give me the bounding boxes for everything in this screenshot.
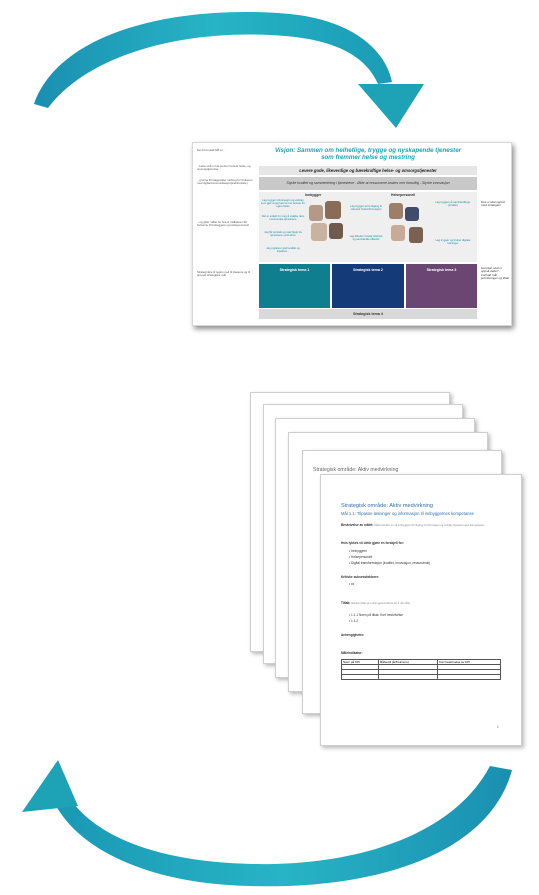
slide-bubble-r1: Lag trygger at ha tilgang til relevant h… [350,205,382,212]
doc-section-5-label: Avhengigheter: [341,633,365,637]
doc-bullet-1-text: Innbyggere [351,549,367,553]
doc-section-4-label: Tiltak: [341,601,351,605]
slide-left-note-3: ...grunne tilt stagerabler mirbreg for b… [197,178,253,186]
doc-section-5: Avhengigheter: [341,633,364,637]
doc-bullet-1: • Innbyggere [349,549,367,553]
doc-section-3-bullet-text: xx [351,582,355,586]
doc-action-1: • 1.1.1 Noen på tiltak: Kort beskrivelse [349,613,403,617]
slide-col-left-title: Innbygger [305,193,322,197]
bottom-cycle-arrow [22,760,512,887]
bottom-arrow-head [22,760,78,812]
slide-right-note-top: Hva vi skal oppnå med strategien [481,200,505,208]
slide-title: Visjon: Sammen om helhetlige, trygge og … [261,147,475,161]
slide-right-note-bottom: Hvordan skal vi oppnå dette? - Fortsatt … [481,266,510,281]
doc-bullet-2-text: Helsepersonell [351,555,373,559]
slide-photo-collage-right [385,201,429,251]
top-cycle-arrow [34,11,424,128]
doc-bullet-3-text: Digital transformasjon (kvalitet, innova… [351,561,431,565]
slide-strategy-2-label: Strategisk tema 2 [353,268,383,272]
doc-section-3: Kritiske suksessfaktorer: [341,575,379,579]
slide-strategy-3-label: Strategisk tema 3 [426,268,457,272]
doc-subtitle: Mål 1.1: Tilpasse løsninger og informasj… [341,511,474,516]
slide-title-line2: som fremmer helse og mestring [321,154,415,161]
slide-bubble-l2: Det er enkelt for meg å snakke dem kommu… [261,215,305,222]
doc-section-1-label: Beskrivelse av målet: [341,523,374,527]
slide-bubble-r2: Lag tilbuder rimelig tidsbruk og samhand… [349,235,383,242]
slide-bubble-l1: Lag trygger informasjon og verktøy som g… [261,199,305,209]
doc-back-header: Strategisk område: Aktiv medvirkning [313,467,399,473]
doc-title: Strategisk område: Aktiv medvirkning [341,503,434,509]
doc-section-3-bullet: • xx [349,582,355,586]
doc-section-2: Hvis lykkes vil dette gjøre en forskjell… [341,541,404,545]
slide-strategy-2: Strategisk tema 2 [332,264,404,308]
doc-section-6: Måleindikator: [341,651,363,655]
doc-section-2-label: Hvis lykkes vil dette gjøre en forskjell… [341,541,404,545]
slide-bubble-l4: Jeg opplever god kvalitet og tilpasset..… [266,247,300,254]
doc-action-2: • 1.1.2 [349,619,359,623]
doc-bullet-2: • Helsepersonell [349,555,373,559]
doc-section-6-label: Måleindikator: [341,651,363,655]
doc-page-front: Strategisk område: Aktiv medvirkning Mål… [320,474,522,746]
slide-left-note-1: Det å ha uttalt MÅ er... [197,148,225,152]
slide-strategy-1: Strategisk tema 1 [259,264,330,308]
slide-strategy-1-label: Strategisk tema 1 [279,268,310,272]
top-arrow-body [34,11,392,108]
strategy-slide: Det å ha uttalt MÅ er... ...betta små ro… [192,142,512,326]
doc-section-4: Tiltak: Beskriv tiltak som skal gjennomf… [341,601,509,605]
slide-col-right-title: Helsepersonell [391,193,416,197]
doc-section-4-text: Beskriv tiltak som skal gjennomføres for… [351,602,411,605]
slide-strategy-footer: Strategisk tema 4 [259,309,477,319]
slide-left-note-5: Strategi ikke til region ned til plasser… [197,270,251,278]
doc-bullet-3: • Digital transformasjon (kvalitet, inno… [349,561,431,565]
top-arrow-head [358,84,424,128]
doc-kpi-table: Navn på KPI Målverdi (år/frekvens) Kort … [341,659,501,680]
slide-bubble-l3: Jeg får kontakt og rask hjelp fra tjenes… [264,231,302,238]
bottom-arrow-body [54,766,512,887]
slide-band-2: Styrke kvalitet og sammenheng i tjeneste… [259,177,477,190]
doc-page-number: 1 [497,725,499,729]
slide-left-note-4: ...og gitter målet for hva vi målbakom f… [197,220,249,228]
slide-left-note-2: ...betta små rol de sentrer henete helse… [197,164,251,172]
slide-bubble-r3: Lag trygger på samhandlings-portalen [435,201,471,208]
doc-kpi-row [341,674,501,680]
slide-strategy-3: Strategisk tema 3 [406,264,477,308]
doc-section-1: Beskrivelse av målet: Målet handler om a… [341,523,509,527]
slide-band-1: Levere gode, likeverdige og bærekraftige… [259,166,477,175]
doc-section-1-text: Målet handler om at innbyggere får tilga… [374,524,485,527]
slide-title-line1: Visjon: Sammen om helhetlige, trygge og … [274,147,462,154]
slide-photo-collage-left [307,201,345,249]
slide-bubble-r4: Lag trygger og bruker digitale løsninger [435,239,471,246]
doc-action-2-text: 1.1.2 [351,619,359,623]
doc-section-3-label: Kritiske suksessfaktorer: [341,575,380,579]
doc-action-1-text: 1.1.1 Noen på tiltak: Kort beskrivelse [351,613,403,617]
